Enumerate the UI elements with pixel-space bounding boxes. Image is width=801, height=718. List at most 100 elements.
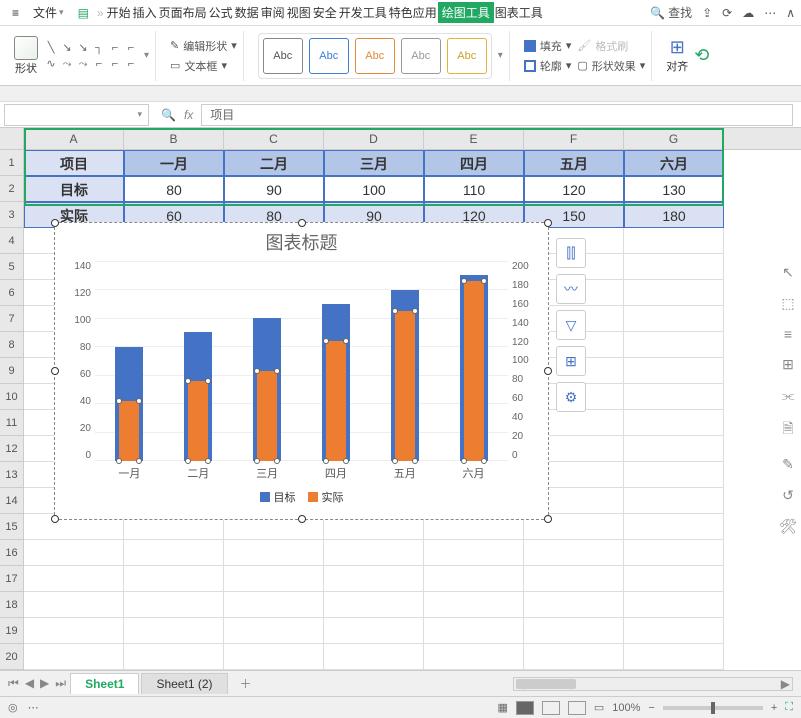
cell-data[interactable]: 80: [124, 176, 224, 202]
shape-effect-button[interactable]: ▢形状效果▾: [577, 58, 645, 74]
cell-empty[interactable]: [624, 618, 724, 644]
horizontal-scrollbar[interactable]: ◀ ▶: [513, 677, 793, 691]
cell-empty[interactable]: [624, 280, 724, 306]
row-header-16[interactable]: 16: [0, 540, 23, 566]
col-header-B[interactable]: B: [124, 128, 224, 149]
cloud-icon[interactable]: ☁: [742, 6, 754, 20]
status-more[interactable]: ⋯: [28, 701, 39, 714]
cell-empty[interactable]: [424, 592, 524, 618]
cell-empty[interactable]: [624, 644, 724, 670]
row-header-6[interactable]: 6: [0, 280, 23, 306]
row-header-7[interactable]: 7: [0, 306, 23, 332]
row-header-12[interactable]: 12: [0, 436, 23, 462]
zoom-slider[interactable]: [663, 706, 763, 710]
cell-empty[interactable]: [224, 618, 324, 644]
ribbon-tab-安全[interactable]: 安全: [312, 2, 338, 23]
row-header-19[interactable]: 19: [0, 618, 23, 644]
ribbon-tab-插入[interactable]: 插入: [132, 2, 158, 23]
cell-data[interactable]: 180: [624, 202, 724, 228]
cell-empty[interactable]: [24, 592, 124, 618]
add-sheet-button[interactable]: ＋: [232, 675, 260, 692]
ribbon-tab-页面布局[interactable]: 页面布局: [158, 2, 208, 23]
style-1[interactable]: Abc: [263, 38, 303, 74]
cell-empty[interactable]: [424, 644, 524, 670]
collapse-ribbon-icon[interactable]: ∧: [786, 6, 795, 20]
cell-empty[interactable]: [424, 540, 524, 566]
col-header-F[interactable]: F: [524, 128, 624, 149]
zoom-in[interactable]: +: [771, 702, 777, 714]
zoom-out[interactable]: −: [648, 702, 654, 714]
row-header-8[interactable]: 8: [0, 332, 23, 358]
cell-empty[interactable]: [524, 540, 624, 566]
row-header-2[interactable]: 2: [0, 176, 23, 202]
cell-empty[interactable]: [624, 436, 724, 462]
property-icon[interactable]: ≡: [784, 326, 792, 342]
zoom-level[interactable]: 100%: [612, 702, 640, 714]
cell-empty[interactable]: [624, 540, 724, 566]
cell-empty[interactable]: [624, 306, 724, 332]
sheet-tab[interactable]: Sheet1: [70, 673, 139, 694]
cell-data[interactable]: 130: [624, 176, 724, 202]
cell-empty[interactable]: [24, 566, 124, 592]
outline-button[interactable]: 轮廓▾: [524, 58, 572, 74]
share-icon[interactable]: ⇪: [702, 6, 712, 20]
chart-plot-area[interactable]: 140120100806040200 200180160140120100806…: [95, 261, 508, 461]
edit-shape-button[interactable]: ✎编辑形状▾: [170, 38, 237, 54]
row-header-14[interactable]: 14: [0, 488, 23, 514]
shape-gallery[interactable]: ╲↘↘┐⌐⌐ ∿⤳⤳⌐⌐⌐: [44, 41, 138, 71]
cell-empty[interactable]: [24, 644, 124, 670]
hamburger-menu[interactable]: ≡: [6, 4, 25, 22]
cell-empty[interactable]: [524, 644, 624, 670]
insert-shape-button[interactable]: 形状: [14, 36, 38, 76]
chart-object[interactable]: 图表标题 140120100806040200 2001801601401201…: [54, 222, 549, 520]
cell-empty[interactable]: [624, 410, 724, 436]
style-5[interactable]: Abc: [447, 38, 487, 74]
edit-icon[interactable]: ✎: [782, 456, 794, 473]
col-header-A[interactable]: A: [24, 128, 124, 149]
style-4[interactable]: Abc: [401, 38, 441, 74]
cell-empty[interactable]: [624, 566, 724, 592]
row-header-18[interactable]: 18: [0, 592, 23, 618]
ribbon-tab-特色应用[interactable]: 特色应用: [388, 2, 438, 23]
link-icon[interactable]: ⫘: [782, 387, 795, 404]
row-header-1[interactable]: 1: [0, 150, 23, 176]
row-header-5[interactable]: 5: [0, 254, 23, 280]
sheet-nav-prev[interactable]: ◀: [25, 676, 34, 691]
history-icon[interactable]: ↺: [782, 487, 794, 504]
cell-empty[interactable]: [424, 618, 524, 644]
ribbon-tab-审阅[interactable]: 审阅: [260, 2, 286, 23]
cell-empty[interactable]: [324, 592, 424, 618]
cell-empty[interactable]: [124, 540, 224, 566]
cell-header[interactable]: 项目: [24, 150, 124, 176]
cell-empty[interactable]: [224, 540, 324, 566]
sheet-tab[interactable]: Sheet1 (2): [141, 673, 227, 694]
cell-empty[interactable]: [124, 618, 224, 644]
sheet-nav-last[interactable]: ⏭: [55, 676, 66, 691]
cell-empty[interactable]: [424, 566, 524, 592]
ribbon-tab-绘图工具[interactable]: 绘图工具: [438, 2, 494, 23]
cell-empty[interactable]: [224, 592, 324, 618]
cell-empty[interactable]: [24, 618, 124, 644]
layout-icon[interactable]: ▦: [497, 701, 507, 714]
shape-more[interactable]: ▾: [144, 50, 149, 61]
cell-header[interactable]: 二月: [224, 150, 324, 176]
style-3[interactable]: Abc: [355, 38, 395, 74]
col-header-C[interactable]: C: [224, 128, 324, 149]
cell-header[interactable]: 四月: [424, 150, 524, 176]
view-normal[interactable]: [516, 701, 534, 715]
row-header-11[interactable]: 11: [0, 410, 23, 436]
row-header-9[interactable]: 9: [0, 358, 23, 384]
cell-empty[interactable]: [624, 488, 724, 514]
chart-settings-button[interactable]: ⚙: [556, 382, 586, 412]
doc-tab-icon[interactable]: ▤: [72, 4, 95, 22]
ribbon-tab-公式[interactable]: 公式: [208, 2, 234, 23]
format-painter-button[interactable]: 🖌格式刷: [577, 38, 645, 54]
fx-label[interactable]: fx: [184, 108, 193, 122]
cell-empty[interactable]: [324, 618, 424, 644]
cell-empty[interactable]: [224, 644, 324, 670]
chart-legend[interactable]: 目标 实际: [55, 489, 548, 505]
cell-empty[interactable]: [624, 592, 724, 618]
cell-header[interactable]: 五月: [524, 150, 624, 176]
name-box[interactable]: ▾: [4, 104, 149, 126]
chart-style-button[interactable]: 〰: [556, 274, 586, 304]
